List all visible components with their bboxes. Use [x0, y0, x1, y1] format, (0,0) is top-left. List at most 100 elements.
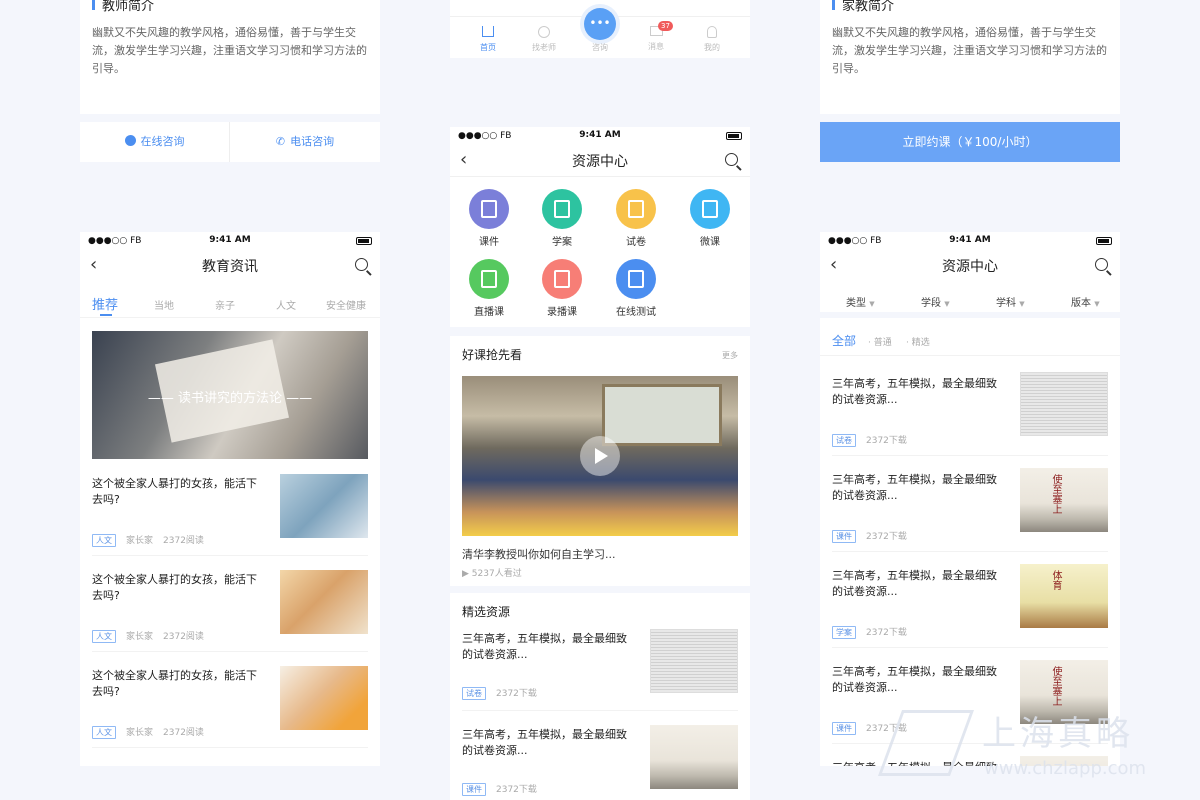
- teacher-description: 幽默又不失风趣的教学风格，通俗易懂，善于与学生交流，激发学生学习兴趣，注重语文学…: [92, 26, 367, 75]
- find-teacher-icon: [538, 26, 550, 38]
- news-title: 这个被全家人暴打的女孩，能活下去吗?: [92, 669, 257, 698]
- resource-header: ●●●○○ FB 9:41 AM ‹ 资源中心 课件 学案 试卷 微课 直播课 录播课 在线…: [450, 127, 750, 327]
- play-icon[interactable]: [580, 436, 620, 476]
- resource-grid-item[interactable]: 微课: [687, 189, 733, 248]
- tab-local[interactable]: 当地: [154, 297, 174, 312]
- resource-list: 三年高考，五年模拟，最全最细致的试卷资源... 试卷 2372下载 三年高考，五年模拟…: [832, 360, 1108, 766]
- filter-type[interactable]: 类型 ▼: [846, 294, 875, 309]
- resource-meta: 试卷 2372下载: [832, 428, 907, 447]
- list-item[interactable]: 三年高考，五年模拟，最全最细致的试卷资源...: [832, 744, 1108, 766]
- search-icon[interactable]: [725, 153, 738, 166]
- search-icon[interactable]: [355, 258, 368, 271]
- news-thumbnail: [280, 666, 368, 730]
- resource-title: 三年高考，五年模拟，最全最细致的试卷资源...: [832, 569, 997, 598]
- list-item[interactable]: 这个被全家人暴打的女孩，能活下去吗? 人文 家长家 2372阅读: [92, 666, 368, 748]
- filter-edition[interactable]: 版本 ▼: [1071, 294, 1100, 309]
- tab-safety[interactable]: 安全健康: [326, 297, 366, 312]
- case-icon: [542, 189, 582, 229]
- status-time: 9:41 AM: [209, 235, 251, 245]
- video-title: 清华李教授叫你如何自主学习...: [462, 548, 616, 561]
- status-bar: ●●●○○ FB 9:41 AM: [80, 232, 380, 250]
- read-count: 2372阅读: [163, 632, 204, 642]
- news-meta: 人文 家长家 2372阅读: [92, 528, 204, 547]
- chevron-down-icon: ▼: [869, 300, 875, 308]
- resource-grid-item[interactable]: 在线测试: [613, 259, 659, 318]
- resource-grid-label: 录播课: [547, 307, 577, 318]
- filter-bar: 类型 ▼ 学段 ▼ 学科 ▼ 版本 ▼: [820, 288, 1120, 318]
- microlesson-icon: [690, 189, 730, 229]
- resource-title: 三年高考，五年模拟，最全最细致的试卷资源...: [832, 473, 997, 502]
- list-item[interactable]: 三年高考，五年模拟，最全最细致的试卷资源... 课件 2372下载: [462, 725, 738, 797]
- resource-meta: 课件 2372下载: [462, 777, 537, 796]
- phone-consult-label: 电话咨询: [290, 135, 335, 148]
- tab-active-underline: [100, 314, 112, 316]
- chevron-down-icon: ▼: [1019, 300, 1025, 308]
- list-item[interactable]: 三年高考，五年模拟，最全最细致的试卷资源... 课件 2372下载 使至塞上: [832, 648, 1108, 744]
- online-consult-label: 在线咨询: [140, 135, 185, 148]
- news-title: 这个被全家人暴打的女孩，能活下去吗?: [92, 573, 257, 602]
- filter-stage[interactable]: 学段 ▼: [921, 294, 950, 309]
- list-item[interactable]: 三年高考，五年模拟，最全最细致的试卷资源... 试卷 2372下载: [832, 360, 1108, 456]
- tab-messages[interactable]: 37 消息: [636, 21, 676, 52]
- section-title: 家教简介: [842, 0, 895, 14]
- tab-parenting[interactable]: 亲子: [215, 297, 235, 312]
- sub-tab-label: 精选: [911, 338, 930, 348]
- list-item[interactable]: 三年高考，五年模拟，最全最细致的试卷资源... 课件 2372下载 使至塞上: [832, 456, 1108, 552]
- list-item[interactable]: 三年高考，五年模拟，最全最细致的试卷资源... 学案 2372下载 体育: [832, 552, 1108, 648]
- tab-profile[interactable]: 我的: [692, 26, 732, 53]
- tab-culture[interactable]: 人文: [276, 297, 296, 312]
- category-tag: 试卷: [462, 687, 486, 700]
- more-link[interactable]: 更多: [722, 350, 738, 361]
- banner-image[interactable]: —— 读书讲究的方法论 ——: [92, 331, 368, 459]
- resource-grid-item[interactable]: 直播课: [466, 259, 512, 318]
- video-views: 5237人看过: [471, 569, 522, 579]
- book-lesson-button[interactable]: 立即约课（￥100/小时）: [820, 122, 1120, 162]
- courseware-icon: [469, 189, 509, 229]
- tab-recommend[interactable]: 推荐: [92, 294, 118, 313]
- featured-title: 好课抢先看: [462, 348, 523, 362]
- chalkboard: [602, 384, 722, 446]
- resource-grid-item[interactable]: 课件: [466, 189, 512, 248]
- featured-section: 好课抢先看 更多 清华李教授叫你如何自主学习... ▶ 5237人看过: [450, 336, 750, 586]
- consult-bar: 在线咨询 ✆ 电话咨询: [80, 122, 380, 162]
- online-consult-button[interactable]: 在线咨询: [80, 122, 229, 162]
- phone-consult-button[interactable]: ✆ 电话咨询: [230, 122, 380, 162]
- resource-grid-item[interactable]: 学案: [539, 189, 585, 248]
- selected-section: 精选资源 三年高考，五年模拟，最全最细致的试卷资源... 试卷 2372下载 三年…: [450, 593, 750, 800]
- resource-title: 三年高考，五年模拟，最全最细致的试卷资源...: [832, 665, 997, 694]
- sub-tab-all[interactable]: 全部: [832, 332, 856, 349]
- resource-screen: ●●●○○ FB 9:41 AM ‹ 资源中心 课件 学案 试卷 微课 直播课 录播课 在线…: [450, 127, 750, 800]
- filter-label: 学段: [921, 298, 941, 309]
- resource-title: 三年高考，五年模拟，最全最细致的试卷资源...: [832, 760, 1004, 766]
- news-thumbnail: [280, 570, 368, 634]
- tab-label: 首页: [480, 43, 496, 52]
- resource-thumbnail: [650, 629, 738, 693]
- resource-title: 三年高考，五年模拟，最全最细致的试卷资源...: [462, 632, 627, 661]
- sub-tab-normal[interactable]: · 普通: [868, 335, 892, 348]
- resource-title: 三年高考，五年模拟，最全最细致的试卷资源...: [832, 377, 997, 406]
- page-title: 资源中心: [942, 259, 998, 275]
- video-thumbnail[interactable]: [462, 376, 738, 536]
- resource-list-screen: ●●●○○ FB 9:41 AM ‹ 资源中心 类型 ▼ 学段 ▼ 学科 ▼ 版…: [820, 232, 1120, 766]
- filter-subject[interactable]: 学科 ▼: [996, 294, 1025, 309]
- read-count: 2372阅读: [163, 536, 204, 546]
- tab-label: 咨询: [592, 43, 608, 52]
- chat-icon: [124, 135, 136, 146]
- status-time: 9:41 AM: [579, 130, 621, 140]
- tab-home[interactable]: 首页: [468, 26, 508, 53]
- tab-find-teacher[interactable]: 找老师: [524, 26, 564, 53]
- tab-consult[interactable]: ••• 咨询: [580, 8, 620, 53]
- page-title: 教育资讯: [202, 259, 258, 275]
- category-tag: 人文: [92, 726, 116, 739]
- list-item[interactable]: 这个被全家人暴打的女孩，能活下去吗? 人文 家长家 2372阅读: [92, 570, 368, 652]
- list-item[interactable]: 三年高考，五年模拟，最全最细致的试卷资源... 试卷 2372下载: [462, 629, 738, 711]
- list-item[interactable]: 这个被全家人暴打的女孩，能活下去吗? 人文 家长家 2372阅读: [92, 474, 368, 556]
- resource-grid-label: 课件: [479, 237, 499, 248]
- search-icon[interactable]: [1095, 258, 1108, 271]
- news-meta: 人文 家长家 2372阅读: [92, 720, 204, 739]
- sub-tab-featured[interactable]: · 精选: [906, 335, 930, 348]
- resource-grid-item[interactable]: 录播课: [539, 259, 585, 318]
- author: 家长家: [126, 728, 154, 738]
- status-bar: ●●●○○ FB 9:41 AM: [820, 232, 1120, 250]
- resource-grid-item[interactable]: 试卷: [613, 189, 659, 248]
